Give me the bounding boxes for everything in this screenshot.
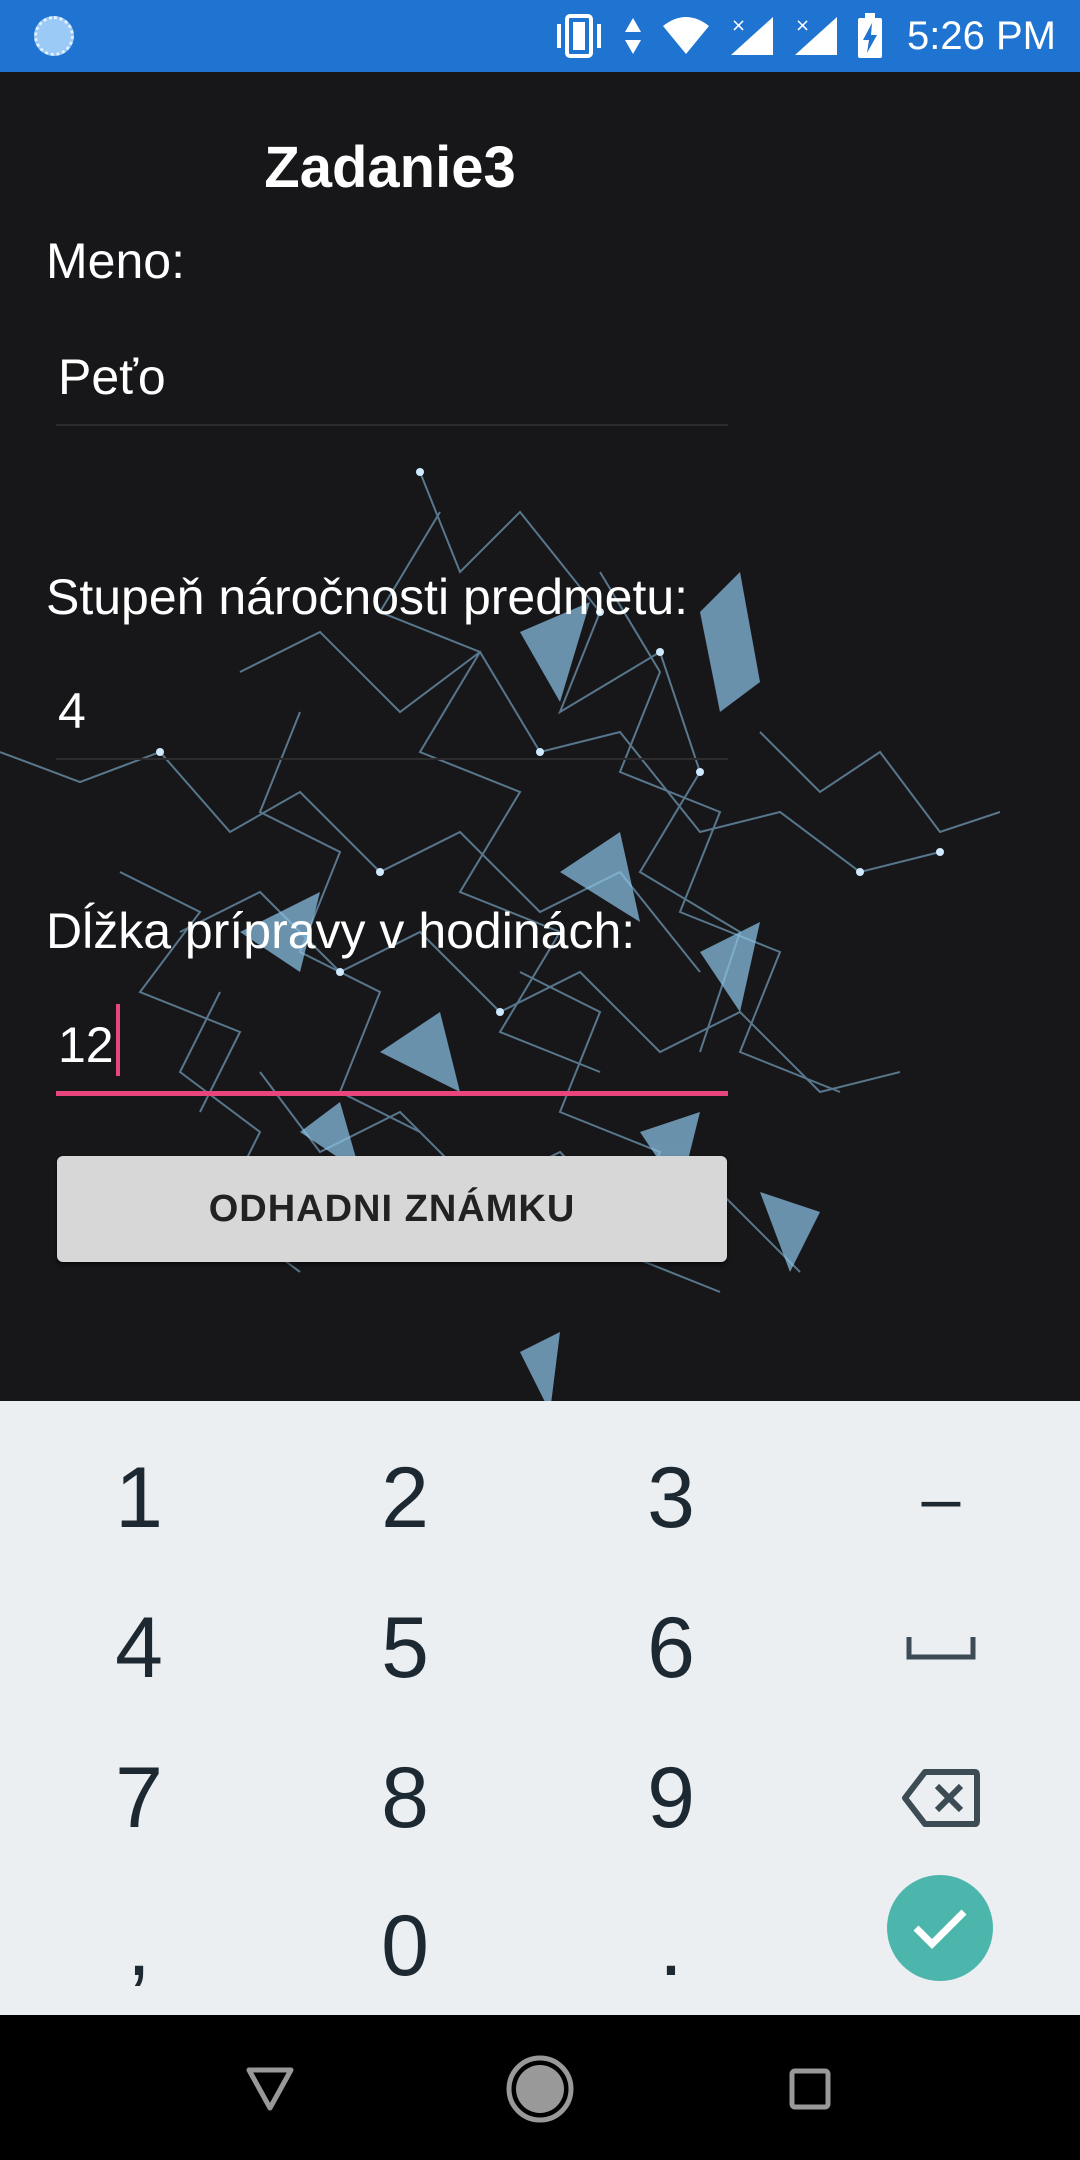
prep-label: Dĺžka prípravy v hodinách: bbox=[46, 903, 636, 959]
key-space[interactable] bbox=[806, 1573, 1076, 1723]
key-comma[interactable]: , bbox=[4, 1871, 274, 2021]
signal-icon: × bbox=[795, 15, 838, 55]
home-circle-icon bbox=[506, 2055, 574, 2123]
data-arrows-icon bbox=[625, 18, 642, 54]
key-4[interactable]: 4 bbox=[4, 1573, 274, 1723]
prep-hours-field[interactable]: 12 bbox=[56, 1004, 728, 1096]
prep-hours-field-value: 12 bbox=[58, 1017, 114, 1073]
numeric-keyboard: 1 2 3 – 4 5 6 7 8 9 , 0 . bbox=[0, 1401, 1080, 2015]
battery-charging-icon bbox=[858, 13, 883, 58]
checkmark-icon bbox=[913, 1909, 967, 1949]
svg-text:×: × bbox=[795, 15, 810, 36]
signal-icon: × bbox=[731, 15, 774, 55]
app-title: Zadanie3 bbox=[264, 135, 516, 200]
key-9[interactable]: 9 bbox=[536, 1723, 806, 1873]
key-minus[interactable]: – bbox=[806, 1423, 1076, 1573]
key-6[interactable]: 6 bbox=[536, 1573, 806, 1723]
key-5[interactable]: 5 bbox=[270, 1573, 540, 1723]
prep-hours-field-underline bbox=[56, 1091, 728, 1096]
recents-button[interactable] bbox=[770, 2049, 850, 2129]
status-bar: × × 5:26 PM bbox=[0, 0, 1080, 72]
difficulty-field[interactable]: 4 bbox=[56, 668, 728, 760]
key-2[interactable]: 2 bbox=[270, 1423, 540, 1573]
key-7[interactable]: 7 bbox=[4, 1723, 274, 1873]
svg-text:×: × bbox=[731, 15, 746, 36]
key-8[interactable]: 8 bbox=[270, 1723, 540, 1873]
back-button[interactable] bbox=[230, 2049, 310, 2129]
name-label: Meno: bbox=[46, 233, 185, 289]
text-cursor bbox=[115, 1004, 120, 1076]
wifi-icon bbox=[663, 17, 710, 54]
key-3[interactable]: 3 bbox=[536, 1423, 806, 1573]
prep-hours-field-value-wrap: 12 bbox=[58, 1004, 120, 1076]
status-time: 5:26 PM bbox=[907, 13, 1056, 58]
key-0[interactable]: 0 bbox=[270, 1871, 540, 2021]
name-field-value: Peťo bbox=[58, 349, 166, 405]
done-button[interactable] bbox=[887, 1875, 993, 1981]
estimate-grade-button[interactable]: ODHADNI ZNÁMKU bbox=[57, 1156, 727, 1262]
key-backspace[interactable] bbox=[806, 1723, 1076, 1873]
back-triangle-icon bbox=[246, 2067, 294, 2111]
app-screen: Zadanie3 Meno: Peťo Stupeň náročnosti pr… bbox=[0, 72, 1080, 1401]
backspace-icon bbox=[902, 1769, 980, 1827]
vibrate-icon bbox=[557, 14, 602, 58]
status-icons: × × 5:26 PM bbox=[553, 0, 1056, 72]
difficulty-field-value: 4 bbox=[58, 683, 86, 739]
home-button[interactable] bbox=[500, 2049, 580, 2129]
loading-icon bbox=[34, 16, 74, 56]
navigation-bar bbox=[0, 2015, 1080, 2160]
name-field[interactable]: Peťo bbox=[56, 334, 728, 426]
key-1[interactable]: 1 bbox=[4, 1423, 274, 1573]
name-field-underline bbox=[56, 424, 728, 426]
difficulty-field-underline bbox=[56, 758, 728, 760]
recents-square-icon bbox=[789, 2068, 831, 2110]
space-icon bbox=[906, 1637, 976, 1660]
difficulty-label: Stupeň náročnosti predmetu: bbox=[46, 569, 689, 625]
key-period[interactable]: . bbox=[536, 1871, 806, 2021]
